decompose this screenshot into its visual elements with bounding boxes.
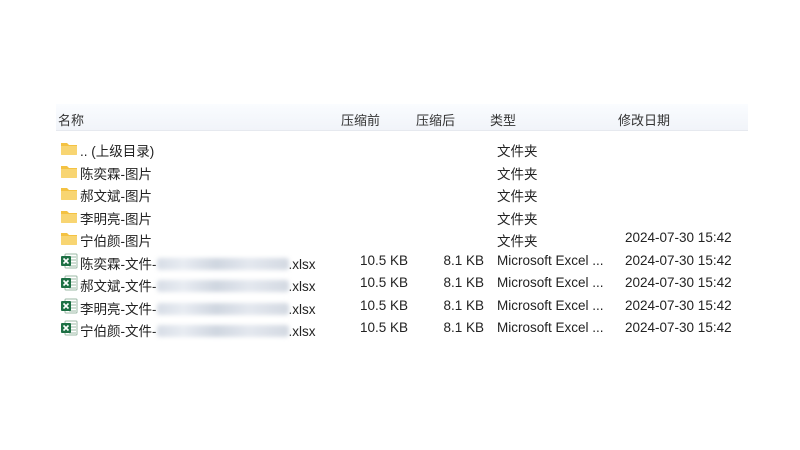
modified-date: 2024-07-30 15:42 xyxy=(625,320,732,335)
column-header-compressed-size[interactable]: 压缩前 xyxy=(341,110,380,129)
compressed-size: 10.5 KB xyxy=(359,320,408,335)
modified-date: 2024-07-30 15:42 xyxy=(625,297,732,313)
column-header-type[interactable]: 类型 xyxy=(490,110,516,129)
file-name-text: 陈奕霖-图片 xyxy=(80,166,152,182)
file-type: 文件夹 xyxy=(497,189,538,204)
file-name-text: 李明亮-文件- xyxy=(80,301,157,317)
folder-icon xyxy=(60,140,78,156)
file-row[interactable]: 李明亮-文件- .xlsx 10.5 KB 8.1 KB Microsoft Excel… xyxy=(56,295,748,318)
column-header-row: 名称 压缩前 压缩后 类型 修改日期 xyxy=(56,104,748,131)
column-header-modified[interactable]: 修改日期 xyxy=(618,110,670,129)
excel-icon xyxy=(60,298,78,314)
file-extension: .xlsx xyxy=(288,301,316,317)
file-name-text: 李明亮-图片 xyxy=(80,211,152,227)
file-type: 文件夹 xyxy=(497,211,538,227)
file-type: 文件夹 xyxy=(497,234,538,249)
file-name: 郝文斌-图片 xyxy=(80,185,152,205)
uncompressed-size: 8.1 KB xyxy=(443,320,484,335)
file-name: 宁伯颜-图片 xyxy=(80,230,152,250)
file-row[interactable]: 郝文斌-文件- .xlsx 10.5 KB 8.1 KB Microsoft Excel… xyxy=(56,272,748,295)
file-type: Microsoft Excel ... xyxy=(497,275,604,290)
archive-browser: 名称 压缩前 压缩后 类型 修改日期 .. (上级目录) 文件夹 陈奕霖-图片 文件夹… xyxy=(0,0,800,450)
redacted-name-segment xyxy=(156,325,289,337)
redacted-name-segment xyxy=(156,302,289,315)
file-rows: .. (上级目录) 文件夹 陈奕霖-图片 文件夹 郝文斌-图片 文件夹 李明亮-图片 文件夹宁… xyxy=(56,137,748,340)
uncompressed-size: 8.1 KB xyxy=(443,275,484,290)
modified-date: 2024-07-30 15:42 xyxy=(625,252,732,268)
folder-icon xyxy=(60,185,78,201)
uncompressed-size: 8.1 KB xyxy=(443,297,484,313)
folder-icon xyxy=(60,230,78,246)
file-name: 郝文斌-文件- .xlsx xyxy=(80,275,316,295)
folder-icon xyxy=(60,163,78,179)
file-extension: .xlsx xyxy=(288,324,316,339)
modified-date: 2024-07-30 15:42 xyxy=(625,275,732,290)
compressed-size: 10.5 KB xyxy=(359,252,408,268)
file-name: 宁伯颜-文件- .xlsx xyxy=(80,320,316,340)
file-extension: .xlsx xyxy=(288,256,316,272)
excel-icon xyxy=(60,320,78,336)
folder-row[interactable]: 郝文斌-图片 文件夹 xyxy=(56,182,748,205)
folder-row[interactable]: 李明亮-图片 文件夹 xyxy=(56,205,748,228)
file-name: 李明亮-文件- .xlsx xyxy=(80,298,316,318)
file-type: Microsoft Excel ... xyxy=(497,297,604,313)
file-name: .. (上级目录) xyxy=(80,140,154,160)
folder-row[interactable]: .. (上级目录) 文件夹 xyxy=(56,137,748,160)
redacted-name-segment xyxy=(156,280,289,292)
file-name-text: 郝文斌-文件- xyxy=(80,279,157,294)
compressed-size: 10.5 KB xyxy=(359,275,408,290)
modified-date: 2024-07-30 15:42 xyxy=(625,230,732,245)
file-type: Microsoft Excel ... xyxy=(497,252,604,268)
file-row[interactable]: 宁伯颜-文件- .xlsx 10.5 KB 8.1 KB Microsoft Excel… xyxy=(56,317,748,340)
file-name: 陈奕霖-文件- .xlsx xyxy=(80,253,316,273)
column-header-uncompressed-size[interactable]: 压缩后 xyxy=(416,110,455,129)
excel-icon xyxy=(60,275,78,291)
file-type: Microsoft Excel ... xyxy=(497,320,604,335)
file-name-text: .. (上级目录) xyxy=(80,144,155,159)
file-name: 李明亮-图片 xyxy=(80,208,152,228)
file-type: 文件夹 xyxy=(497,166,538,182)
file-row[interactable]: 陈奕霖-文件- .xlsx 10.5 KB 8.1 KB Microsoft Excel… xyxy=(56,250,748,273)
file-name: 陈奕霖-图片 xyxy=(80,163,152,183)
file-name-text: 陈奕霖-文件- xyxy=(80,256,157,272)
column-header-name[interactable]: 名称 xyxy=(58,110,84,129)
uncompressed-size: 8.1 KB xyxy=(443,252,484,268)
redacted-name-segment xyxy=(156,257,289,270)
folder-row[interactable]: 宁伯颜-图片 文件夹 2024-07-30 15:42 xyxy=(56,227,748,250)
file-name-text: 宁伯颜-图片 xyxy=(80,234,152,249)
file-type: 文件夹 xyxy=(497,144,538,159)
compressed-size: 10.5 KB xyxy=(359,297,408,313)
file-name-text: 宁伯颜-文件- xyxy=(80,324,157,339)
file-list: 名称 压缩前 压缩后 类型 修改日期 .. (上级目录) 文件夹 陈奕霖-图片 文件夹… xyxy=(56,104,748,340)
file-name-text: 郝文斌-图片 xyxy=(80,189,152,204)
folder-row[interactable]: 陈奕霖-图片 文件夹 xyxy=(56,160,748,183)
excel-icon xyxy=(60,253,78,269)
folder-icon xyxy=(60,208,78,224)
file-extension: .xlsx xyxy=(288,279,316,294)
